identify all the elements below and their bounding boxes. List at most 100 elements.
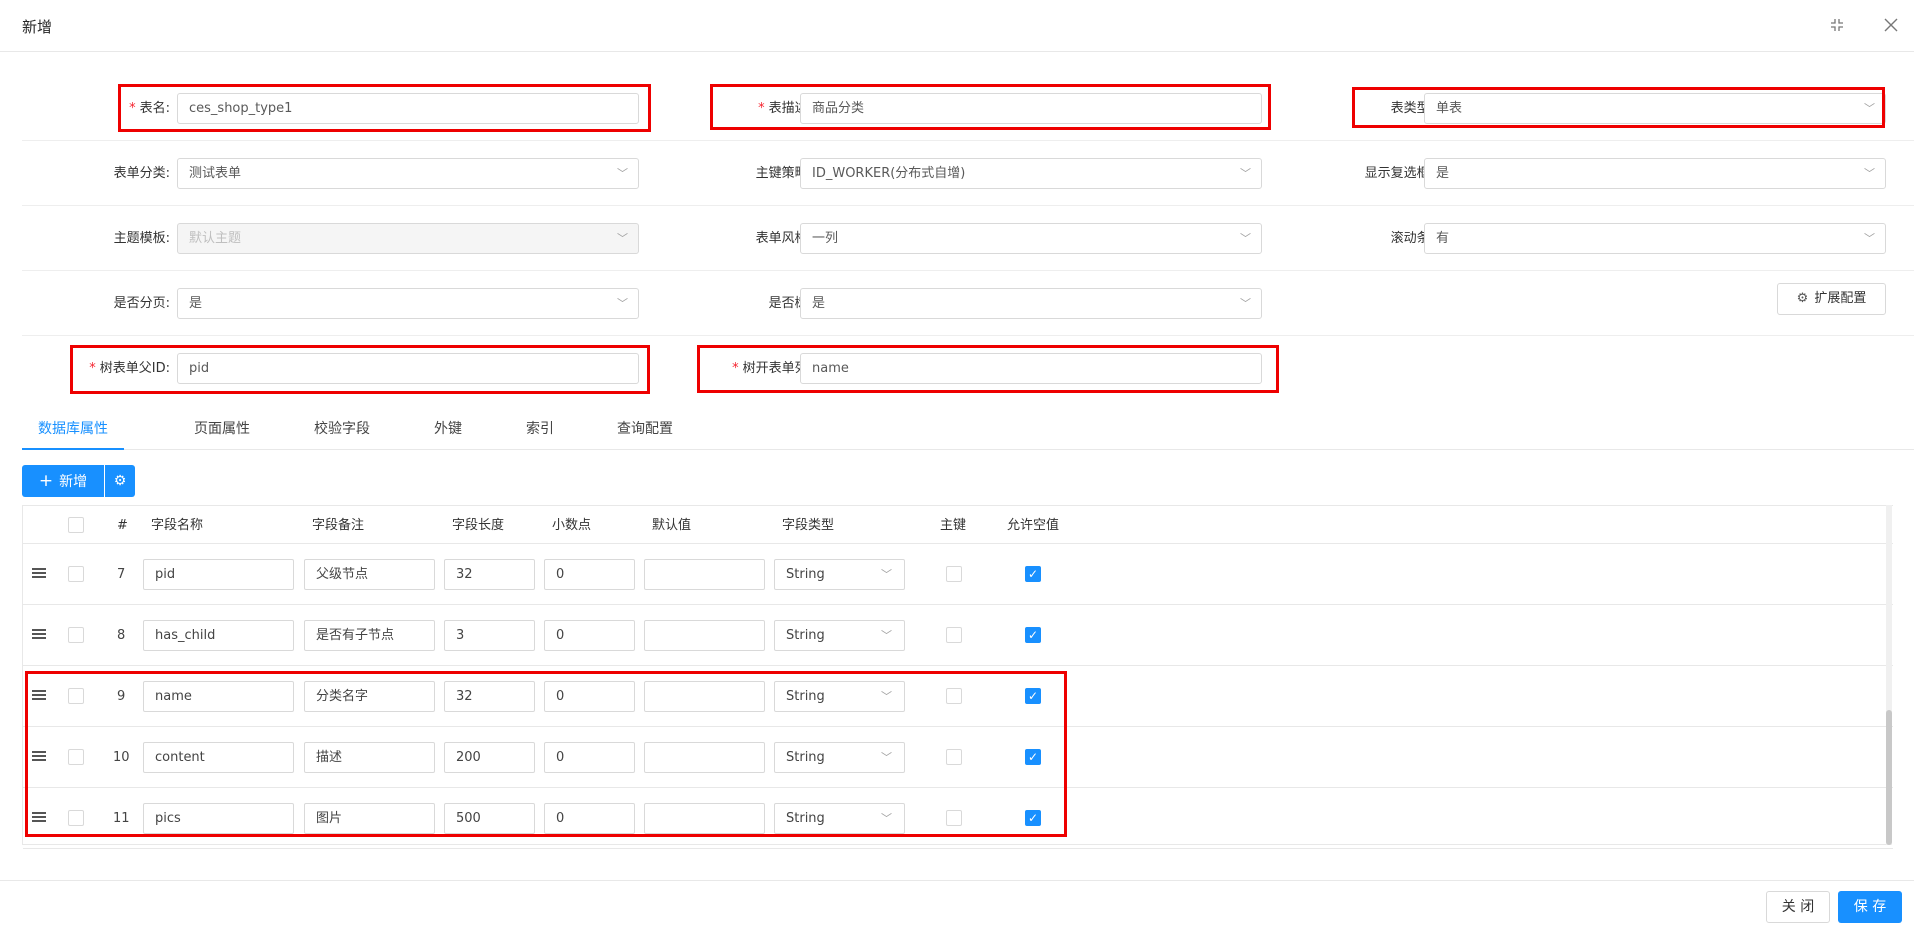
is-tree-select[interactable]: 是 ﹀ bbox=[800, 288, 1262, 319]
chevron-down-icon: ﹀ bbox=[1864, 167, 1875, 180]
decimal-input[interactable]: 0 bbox=[544, 681, 635, 712]
field-length-input[interactable]: 200 bbox=[444, 742, 535, 773]
field-name-input[interactable]: pid bbox=[143, 559, 294, 590]
drag-handle-icon[interactable] bbox=[32, 568, 46, 580]
field-length-input[interactable]: 500 bbox=[444, 803, 535, 834]
tree-parent-id-input[interactable]: pid bbox=[177, 353, 639, 384]
save-button[interactable]: 保 存 bbox=[1838, 891, 1902, 923]
row-index: 7 bbox=[117, 567, 126, 582]
drag-handle-icon[interactable] bbox=[32, 629, 46, 641]
field-remark-input[interactable]: 描述 bbox=[304, 742, 435, 773]
field-remark-input[interactable]: 分类名字 bbox=[304, 681, 435, 712]
primary-key-checkbox[interactable] bbox=[946, 749, 962, 765]
decimal-input[interactable]: 0 bbox=[544, 803, 635, 834]
tree-parent-id-label: * 树表单父ID: bbox=[89, 361, 170, 376]
primary-key-checkbox[interactable] bbox=[946, 627, 962, 643]
pk-strategy-select[interactable]: ID_WORKER(分布式自增) ﹀ bbox=[800, 158, 1262, 189]
tab-indexes[interactable]: 索引 bbox=[492, 414, 588, 450]
field-type-select[interactable]: String ﹀ bbox=[774, 559, 905, 590]
extension-config-button[interactable]: ⚙ 扩展配置 bbox=[1777, 283, 1886, 315]
tab-database-props[interactable]: 数据库属性 bbox=[22, 414, 124, 450]
drag-handle-icon[interactable] bbox=[32, 751, 46, 763]
close-icon[interactable] bbox=[1880, 14, 1902, 36]
plus-icon: + bbox=[38, 471, 54, 491]
table-desc-input[interactable]: 商品分类 bbox=[800, 93, 1262, 124]
form-category-label: 表单分类: bbox=[113, 166, 170, 181]
shrink-icon[interactable] bbox=[1826, 14, 1848, 36]
field-type-select[interactable]: String ﹀ bbox=[774, 620, 905, 651]
row-checkbox[interactable] bbox=[68, 810, 84, 826]
col-default: 默认值 bbox=[652, 518, 692, 533]
tree-open-column-input[interactable]: name bbox=[800, 353, 1262, 384]
chevron-down-icon: ﹀ bbox=[1864, 232, 1875, 245]
close-button[interactable]: 关 闭 bbox=[1766, 891, 1830, 923]
scrollbar-thumb[interactable] bbox=[1886, 710, 1892, 845]
pagination-select[interactable]: 是 ﹀ bbox=[177, 288, 639, 319]
field-remark-input[interactable]: 图片 bbox=[304, 803, 435, 834]
table-name-input[interactable]: ces_shop_type1 bbox=[177, 93, 639, 124]
tree-open-column-label: * 树开表单列: bbox=[732, 361, 812, 376]
show-checkbox-select[interactable]: 是 ﹀ bbox=[1424, 158, 1886, 189]
nullable-checkbox[interactable]: ✓ bbox=[1025, 810, 1041, 826]
col-field-type: 字段类型 bbox=[782, 518, 835, 533]
row-checkbox[interactable] bbox=[68, 627, 84, 643]
decimal-input[interactable]: 0 bbox=[544, 559, 635, 590]
field-type-select[interactable]: String ﹀ bbox=[774, 803, 905, 834]
chevron-down-icon: ﹀ bbox=[881, 751, 892, 764]
field-length-input[interactable]: 32 bbox=[444, 559, 535, 590]
field-remark-input[interactable]: 父级节点 bbox=[304, 559, 435, 590]
field-name-input[interactable]: pics bbox=[143, 803, 294, 834]
default-value-input[interactable] bbox=[644, 742, 765, 773]
primary-key-checkbox[interactable] bbox=[946, 566, 962, 582]
drag-handle-icon[interactable] bbox=[32, 690, 46, 702]
chevron-down-icon: ﹀ bbox=[881, 812, 892, 825]
default-value-input[interactable] bbox=[644, 681, 765, 712]
default-value-input[interactable] bbox=[644, 620, 765, 651]
table-type-select[interactable]: 单表 ﹀ bbox=[1424, 93, 1886, 124]
row-checkbox[interactable] bbox=[68, 749, 84, 765]
field-type-select[interactable]: String ﹀ bbox=[774, 742, 905, 773]
primary-key-checkbox[interactable] bbox=[946, 688, 962, 704]
row-checkbox[interactable] bbox=[68, 688, 84, 704]
field-length-input[interactable]: 32 bbox=[444, 681, 535, 712]
decimal-input[interactable]: 0 bbox=[544, 620, 635, 651]
chevron-down-icon: ﹀ bbox=[1240, 297, 1251, 310]
nullable-checkbox[interactable]: ✓ bbox=[1025, 627, 1041, 643]
field-name-input[interactable]: has_child bbox=[143, 620, 294, 651]
nullable-checkbox[interactable]: ✓ bbox=[1025, 688, 1041, 704]
form-row-3: 主题模板: 默认主题 ﹀ 表单风格: 一列 ﹀ 滚动条: 有 ﹀ bbox=[22, 206, 1914, 271]
show-checkbox-label: 显示复选框: bbox=[1364, 166, 1434, 181]
field-name-input[interactable]: name bbox=[143, 681, 294, 712]
tab-query-config[interactable]: 查询配置 bbox=[594, 414, 696, 450]
tab-validation-fields[interactable]: 校验字段 bbox=[292, 414, 392, 450]
scrollbar-select[interactable]: 有 ﹀ bbox=[1424, 223, 1886, 254]
row-checkbox[interactable] bbox=[68, 566, 84, 582]
default-value-input[interactable] bbox=[644, 803, 765, 834]
field-remark-input[interactable]: 是否有子节点 bbox=[304, 620, 435, 651]
form-style-select[interactable]: 一列 ﹀ bbox=[800, 223, 1262, 254]
col-decimal: 小数点 bbox=[552, 518, 592, 533]
field-type-select[interactable]: String ﹀ bbox=[774, 681, 905, 712]
col-field-name: 字段名称 bbox=[151, 518, 204, 533]
add-field-button[interactable]: + 新增 bbox=[22, 465, 104, 497]
table-scrollbar[interactable] bbox=[1886, 505, 1892, 845]
drag-handle-icon[interactable] bbox=[32, 812, 46, 824]
row-index: 11 bbox=[113, 811, 130, 826]
decimal-input[interactable]: 0 bbox=[544, 742, 635, 773]
row-index: 10 bbox=[113, 750, 130, 765]
tab-page-props[interactable]: 页面属性 bbox=[172, 414, 272, 450]
field-name-input[interactable]: content bbox=[143, 742, 294, 773]
nullable-checkbox[interactable]: ✓ bbox=[1025, 749, 1041, 765]
primary-key-checkbox[interactable] bbox=[946, 810, 962, 826]
default-value-input[interactable] bbox=[644, 559, 765, 590]
form-category-select[interactable]: 测试表单 ﹀ bbox=[177, 158, 639, 189]
col-primary-key: 主键 bbox=[940, 518, 967, 533]
scrollbar-label: 滚动条: bbox=[1390, 231, 1434, 246]
chevron-down-icon: ﹀ bbox=[1240, 232, 1251, 245]
nullable-checkbox[interactable]: ✓ bbox=[1025, 566, 1041, 582]
tab-foreign-keys[interactable]: 外键 bbox=[400, 414, 496, 450]
modal-title: 新增 bbox=[22, 18, 53, 36]
select-all-checkbox[interactable] bbox=[68, 517, 84, 533]
field-length-input[interactable]: 3 bbox=[444, 620, 535, 651]
column-settings-button[interactable]: ⚙ bbox=[105, 465, 135, 497]
